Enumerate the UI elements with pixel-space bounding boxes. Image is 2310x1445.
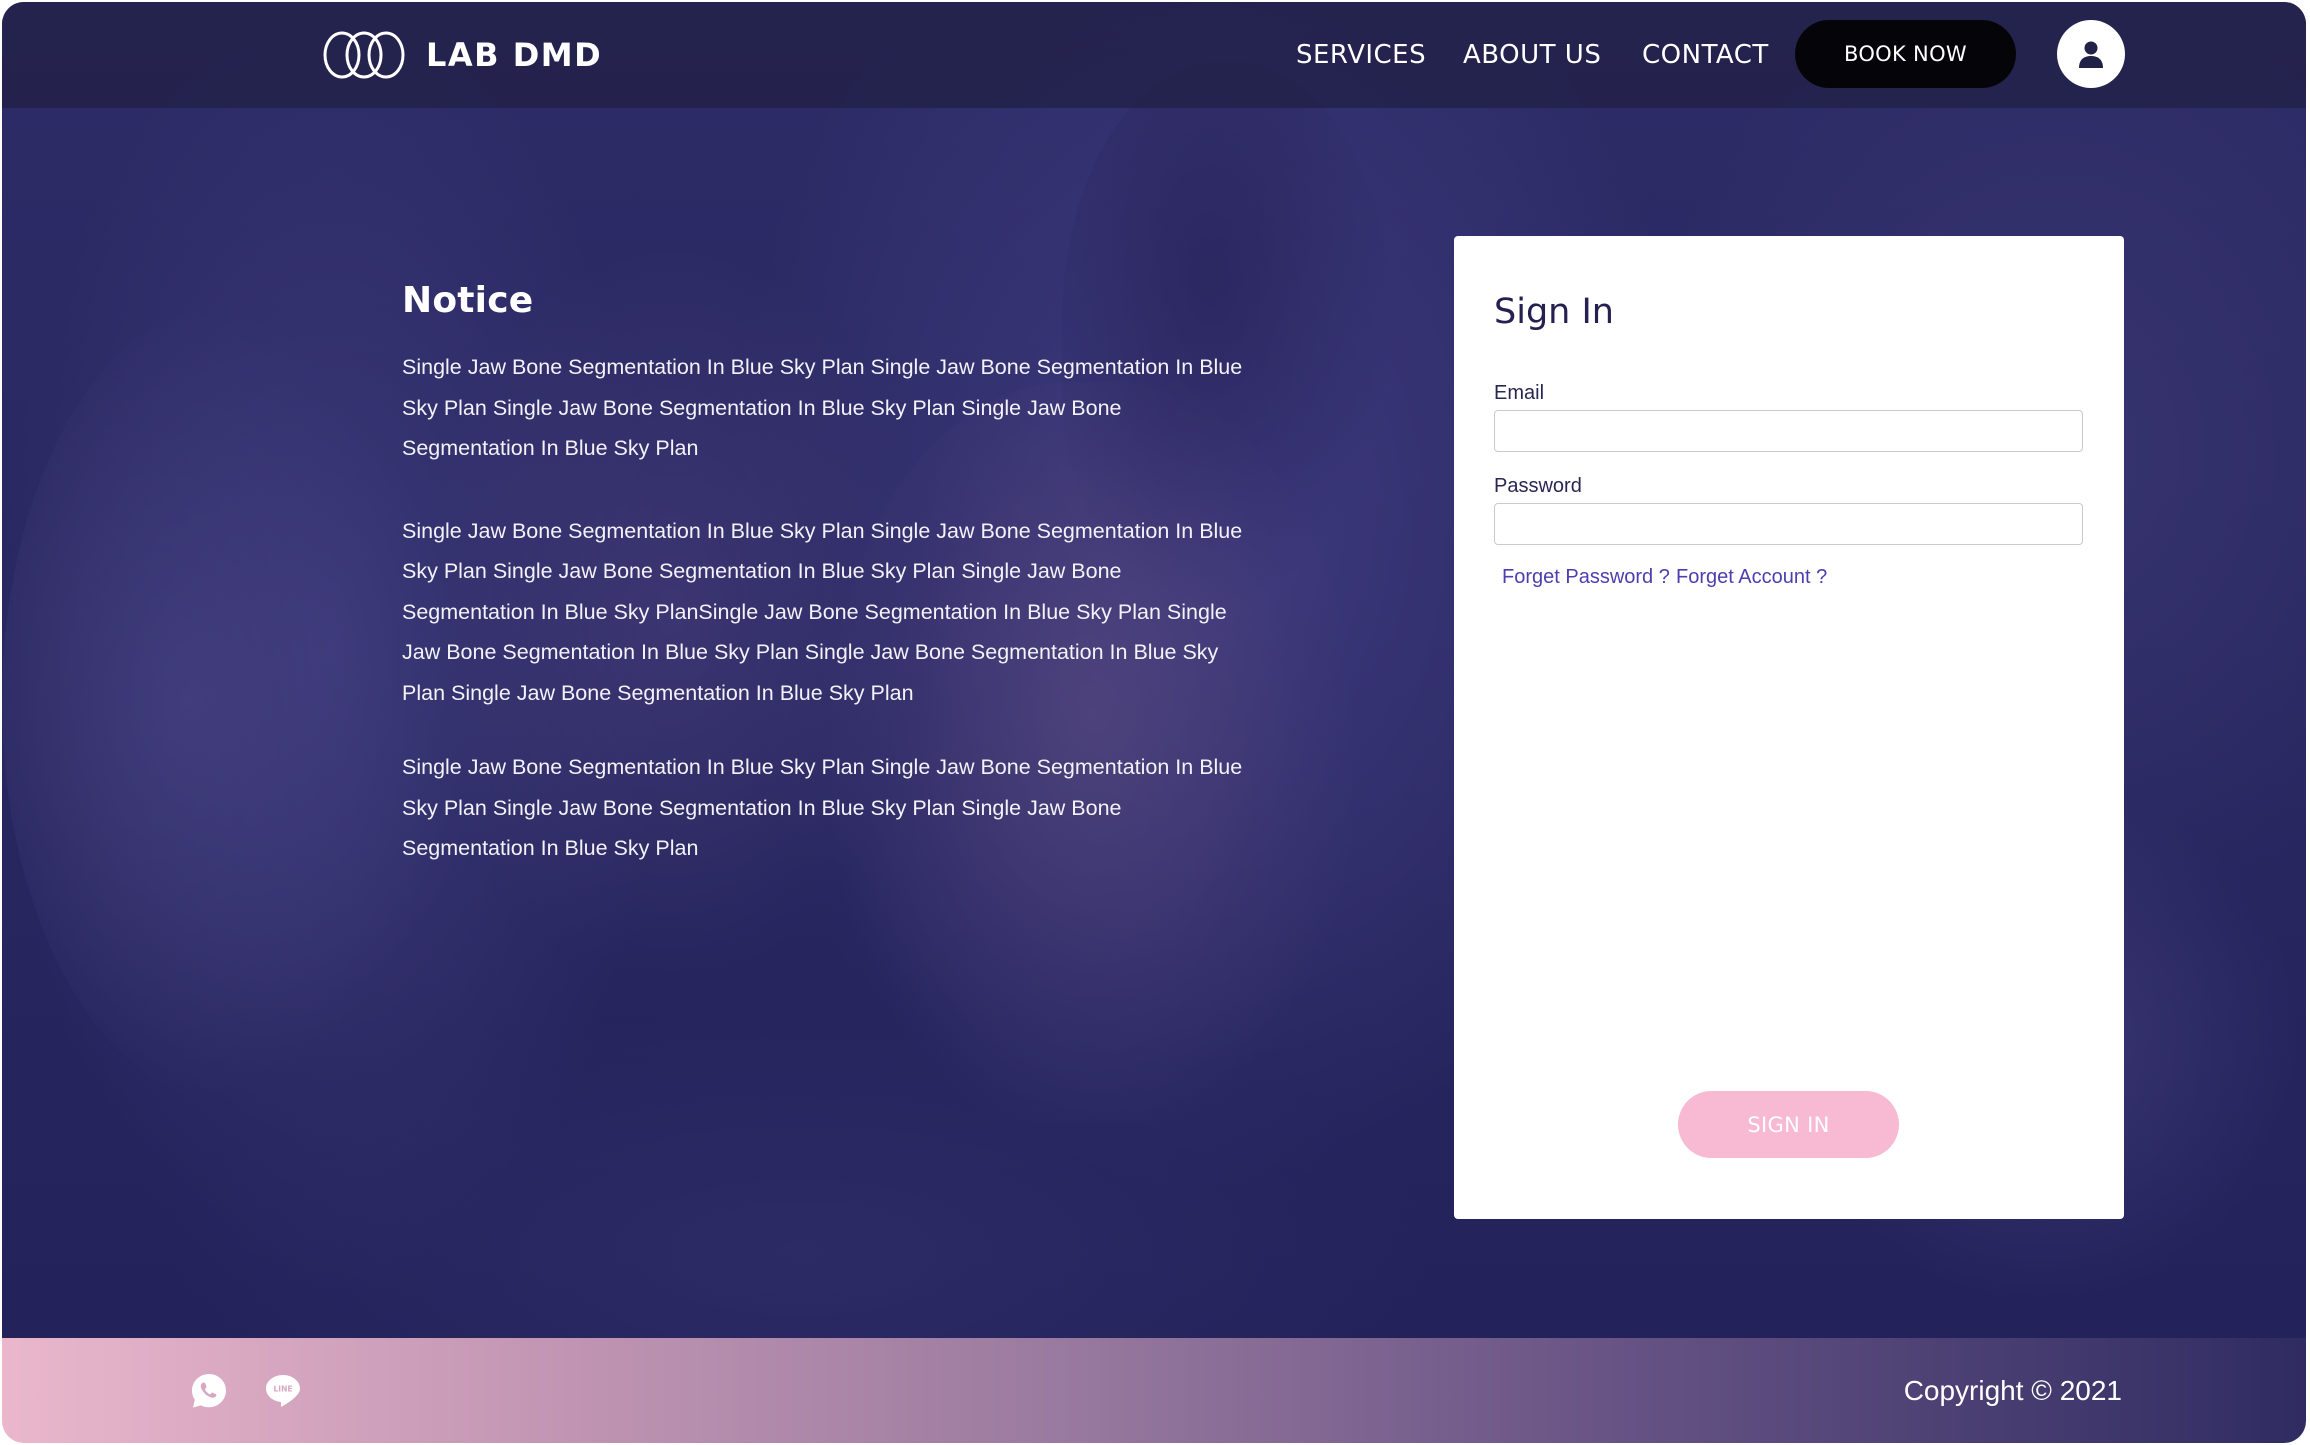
three-rings-logo-icon — [323, 31, 405, 79]
background-tooth-left — [2, 302, 462, 1102]
notice-paragraph: Single Jaw Bone Segmentation In Blue Sky… — [402, 755, 1243, 860]
forget-password-link[interactable]: Forget Password ? — [1502, 566, 1670, 589]
nav-services[interactable]: SERVICES — [1296, 40, 1426, 70]
email-label: Email — [1494, 382, 1545, 404]
brand-name: LAB DMD — [426, 36, 603, 74]
notice-paragraph: Single Jaw Bone Segmentation In Blue Sky… — [402, 518, 1243, 705]
email-field[interactable] — [1494, 410, 2083, 452]
notice-section: Notice Single Jaw Bone Segmentation In B… — [402, 280, 1252, 903]
sign-in-title: Sign In — [1494, 292, 1614, 332]
user-icon — [2079, 41, 2103, 68]
line-icon-text: LINE — [274, 1385, 293, 1394]
page: LAB DMD SERVICES ABOUT US CONTACT BOOK N… — [2, 2, 2306, 1443]
whatsapp-icon[interactable] — [190, 1372, 228, 1410]
footer: LINE Copyright © 2021 — [2, 1338, 2306, 1443]
password-field[interactable] — [1494, 503, 2083, 545]
notice-paragraph: Single Jaw Bone Segmentation In Blue Sky… — [402, 355, 1243, 460]
copyright-text: Copyright © 2021 — [1903, 1375, 2122, 1406]
nav-contact[interactable]: CONTACT — [1642, 40, 1769, 70]
forget-account-link[interactable]: Forget Account ? — [1676, 566, 1827, 589]
line-icon[interactable]: LINE — [264, 1372, 302, 1410]
password-label: Password — [1494, 475, 1582, 497]
book-now-button[interactable]: BOOK NOW — [1795, 20, 2016, 88]
header: LAB DMD SERVICES ABOUT US CONTACT BOOK N… — [2, 2, 2306, 108]
nav-about-us[interactable]: ABOUT US — [1463, 40, 1601, 70]
sign-in-card: Sign In Email Password Forget Password ?… — [1454, 236, 2124, 1219]
account-button[interactable] — [2057, 20, 2125, 88]
notice-title: Notice — [402, 280, 534, 321]
sign-in-button[interactable]: SIGN IN — [1678, 1091, 1899, 1158]
brand-logo[interactable]: LAB DMD — [322, 30, 602, 80]
